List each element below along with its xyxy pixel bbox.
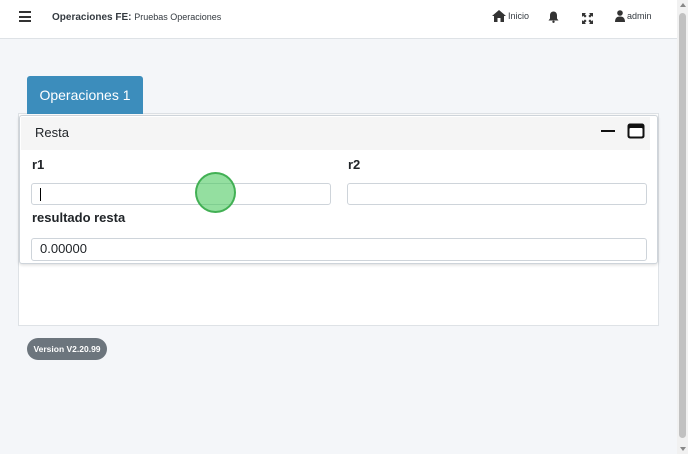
minimize-icon[interactable] (601, 130, 615, 132)
card-title: Resta (35, 125, 69, 140)
tab-operaciones-1[interactable]: Operaciones 1 (27, 76, 143, 114)
r1-input[interactable] (31, 183, 331, 205)
user-menu[interactable]: admin (615, 10, 652, 22)
maximize-icon[interactable] (627, 123, 645, 139)
version-badge: Version V2.20.99 (27, 338, 107, 360)
page-name: Pruebas Operaciones (134, 12, 222, 22)
card-header: Resta (21, 117, 650, 150)
home-icon (492, 10, 506, 22)
home-label: Inicio (508, 11, 530, 21)
scroll-up-icon[interactable] (680, 3, 686, 7)
resta-card: Resta r1 r2 resultado resta 0.00000 (19, 115, 658, 264)
home-link[interactable]: Inicio (492, 10, 529, 22)
menu-icon[interactable] (19, 11, 31, 22)
fullscreen-button[interactable] (582, 11, 593, 29)
page-title: Operaciones FE: Pruebas Operaciones (52, 12, 221, 23)
r2-label: r2 (348, 157, 361, 172)
resultado-field[interactable]: 0.00000 (31, 238, 647, 261)
resultado-label: resultado resta (32, 210, 126, 225)
top-navbar: Operaciones FE: Pruebas Operaciones Inic… (0, 0, 677, 39)
touch-indicator (195, 172, 236, 213)
notifications-button[interactable] (548, 10, 559, 28)
bell-icon (548, 11, 559, 23)
r1-label: r1 (32, 157, 45, 172)
app-name: Operaciones FE: (52, 12, 132, 23)
text-caret (40, 188, 41, 201)
user-label: admin (627, 11, 652, 21)
scroll-down-icon[interactable] (680, 447, 686, 451)
r2-input[interactable] (347, 183, 647, 205)
user-icon (615, 10, 625, 22)
scrollbar-thumb[interactable] (679, 13, 686, 438)
page-scrollbar[interactable] (677, 0, 688, 454)
expand-icon (582, 13, 593, 24)
